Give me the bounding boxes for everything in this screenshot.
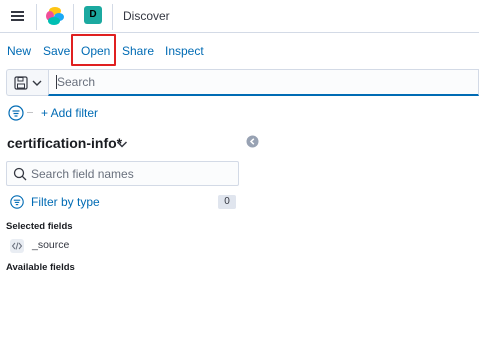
- share-button[interactable]: Share: [122, 44, 154, 58]
- hamburger-icon-line: [11, 15, 24, 17]
- chevron-down-icon: [32, 80, 42, 86]
- breadcrumb-discover: Discover: [123, 9, 170, 23]
- hamburger-icon-line: [11, 11, 24, 13]
- available-fields-heading: Available fields: [6, 262, 75, 273]
- add-filter-button[interactable]: + Add filter: [41, 106, 98, 120]
- hamburger-icon-line: [11, 19, 24, 21]
- open-highlight-box: [71, 34, 116, 66]
- text-caret: [56, 75, 57, 89]
- field-name: _source: [32, 239, 70, 251]
- save-button[interactable]: Save: [43, 44, 70, 58]
- save-icon: [14, 76, 28, 90]
- collapse-sidebar-icon[interactable]: [246, 135, 259, 148]
- query-bar: [6, 69, 479, 96]
- filter-options-icon[interactable]: [8, 105, 24, 121]
- inspect-button[interactable]: Inspect: [165, 44, 204, 58]
- field-search: [6, 161, 239, 186]
- saved-query-button[interactable]: [6, 69, 48, 96]
- chevron-down-icon[interactable]: [116, 138, 128, 150]
- header-divider: [112, 4, 113, 30]
- code-icon: [10, 239, 24, 253]
- filter-count-badge: 0: [218, 195, 236, 209]
- new-button[interactable]: New: [7, 44, 31, 58]
- header-divider: [36, 4, 37, 30]
- menu-toggle-button[interactable]: [8, 6, 30, 26]
- header-divider: [73, 4, 74, 30]
- space-avatar[interactable]: D: [84, 6, 102, 24]
- index-pattern-title[interactable]: certification-info*: [7, 135, 122, 151]
- filter-by-type-button[interactable]: Filter by type: [10, 194, 240, 212]
- field-item-source[interactable]: _source: [10, 238, 240, 254]
- selected-fields-heading: Selected fields: [6, 221, 73, 232]
- search-icon: [13, 167, 27, 181]
- filter-divider: [27, 112, 33, 113]
- app-header: D Discover: [0, 0, 479, 33]
- filter-by-type-label: Filter by type: [31, 195, 100, 209]
- elastic-logo-icon[interactable]: [45, 6, 65, 26]
- field-search-input[interactable]: [31, 162, 236, 185]
- filter-icon: [10, 195, 24, 209]
- search-input[interactable]: [48, 69, 479, 96]
